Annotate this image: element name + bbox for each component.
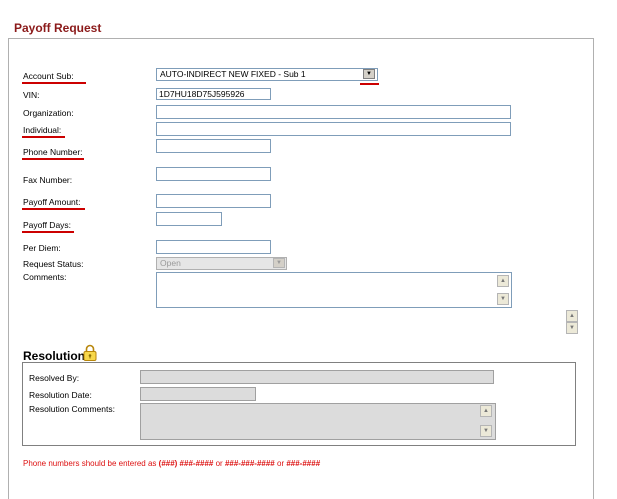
account-sub-value: AUTO-INDIRECT NEW FIXED - Sub 1 <box>160 69 306 79</box>
per-diem-input[interactable] <box>156 240 271 254</box>
scroll-down-icon: ▼ <box>500 296 506 302</box>
required-underline <box>22 136 65 138</box>
resolved-by-label: Resolved By: <box>29 373 80 383</box>
chevron-down-icon: ▼ <box>276 260 282 266</box>
per-diem-label: Per Diem: <box>23 243 61 253</box>
required-underline <box>360 83 379 85</box>
fax-number-input[interactable] <box>156 167 271 181</box>
chevron-down-icon: ▼ <box>366 71 372 77</box>
comments-scroll-down-button[interactable]: ▼ <box>497 293 509 305</box>
vin-input[interactable]: 1D7HU18D75J595926 <box>156 88 271 100</box>
phone-number-input[interactable] <box>156 139 271 153</box>
fax-number-label: Fax Number: <box>23 175 73 185</box>
note-format-2: ###-###-#### <box>224 459 275 468</box>
required-underline <box>22 82 86 84</box>
required-underline <box>22 208 85 210</box>
comments-textarea[interactable] <box>156 272 512 308</box>
scroll-up-icon: ▲ <box>500 278 506 284</box>
request-status-value: Open <box>160 258 181 268</box>
resolution-scroll-down-button[interactable]: ▼ <box>480 425 492 437</box>
individual-label: Individual: <box>23 125 62 135</box>
scroll-down-icon: ▼ <box>569 325 575 331</box>
note-sep: or <box>274 459 287 468</box>
organization-label: Organization: <box>23 108 74 118</box>
note-prefix: Phone numbers should be entered as <box>23 459 159 468</box>
vin-label: VIN: <box>23 90 40 100</box>
payoff-amount-input[interactable] <box>156 194 271 208</box>
resolution-comments-textarea <box>140 403 496 440</box>
account-sub-label: Account Sub: <box>23 71 74 81</box>
lock-icon <box>83 344 97 361</box>
page-title: Payoff Request <box>14 21 102 35</box>
resolved-by-input <box>140 370 494 384</box>
request-status-label: Request Status: <box>23 259 84 269</box>
resolution-comments-label: Resolution Comments: <box>29 404 115 414</box>
comments-label: Comments: <box>23 272 67 282</box>
note-sep: or <box>213 459 225 468</box>
page-scroll-down-button[interactable]: ▼ <box>566 322 578 334</box>
required-underline <box>22 231 74 233</box>
note-format-1: (###) ###-#### <box>158 459 214 468</box>
scroll-down-icon: ▼ <box>483 428 489 434</box>
request-status-dropdown-button: ▼ <box>273 258 285 268</box>
resolution-scroll-up-button[interactable]: ▲ <box>480 405 492 417</box>
required-underline <box>22 158 84 160</box>
payoff-days-label: Payoff Days: <box>23 220 72 230</box>
phone-format-note: Phone numbers should be entered as (###)… <box>23 459 320 468</box>
scroll-up-icon: ▲ <box>569 313 575 319</box>
request-status-select: Open <box>156 257 287 270</box>
resolution-date-input <box>140 387 256 401</box>
resolution-date-label: Resolution Date: <box>29 390 92 400</box>
note-format-3: ###-#### <box>286 459 321 468</box>
comments-scroll-up-button[interactable]: ▲ <box>497 275 509 287</box>
page-scroll-up-button[interactable]: ▲ <box>566 310 578 322</box>
scroll-up-icon: ▲ <box>483 408 489 414</box>
payoff-amount-label: Payoff Amount: <box>23 197 81 207</box>
phone-number-label: Phone Number: <box>23 147 83 157</box>
account-sub-select[interactable]: AUTO-INDIRECT NEW FIXED - Sub 1 <box>156 68 378 81</box>
account-sub-dropdown-button[interactable]: ▼ <box>363 69 375 79</box>
individual-input[interactable] <box>156 122 511 136</box>
resolution-title: Resolution: <box>23 349 89 363</box>
organization-input[interactable] <box>156 105 511 119</box>
payoff-days-input[interactable] <box>156 212 222 226</box>
